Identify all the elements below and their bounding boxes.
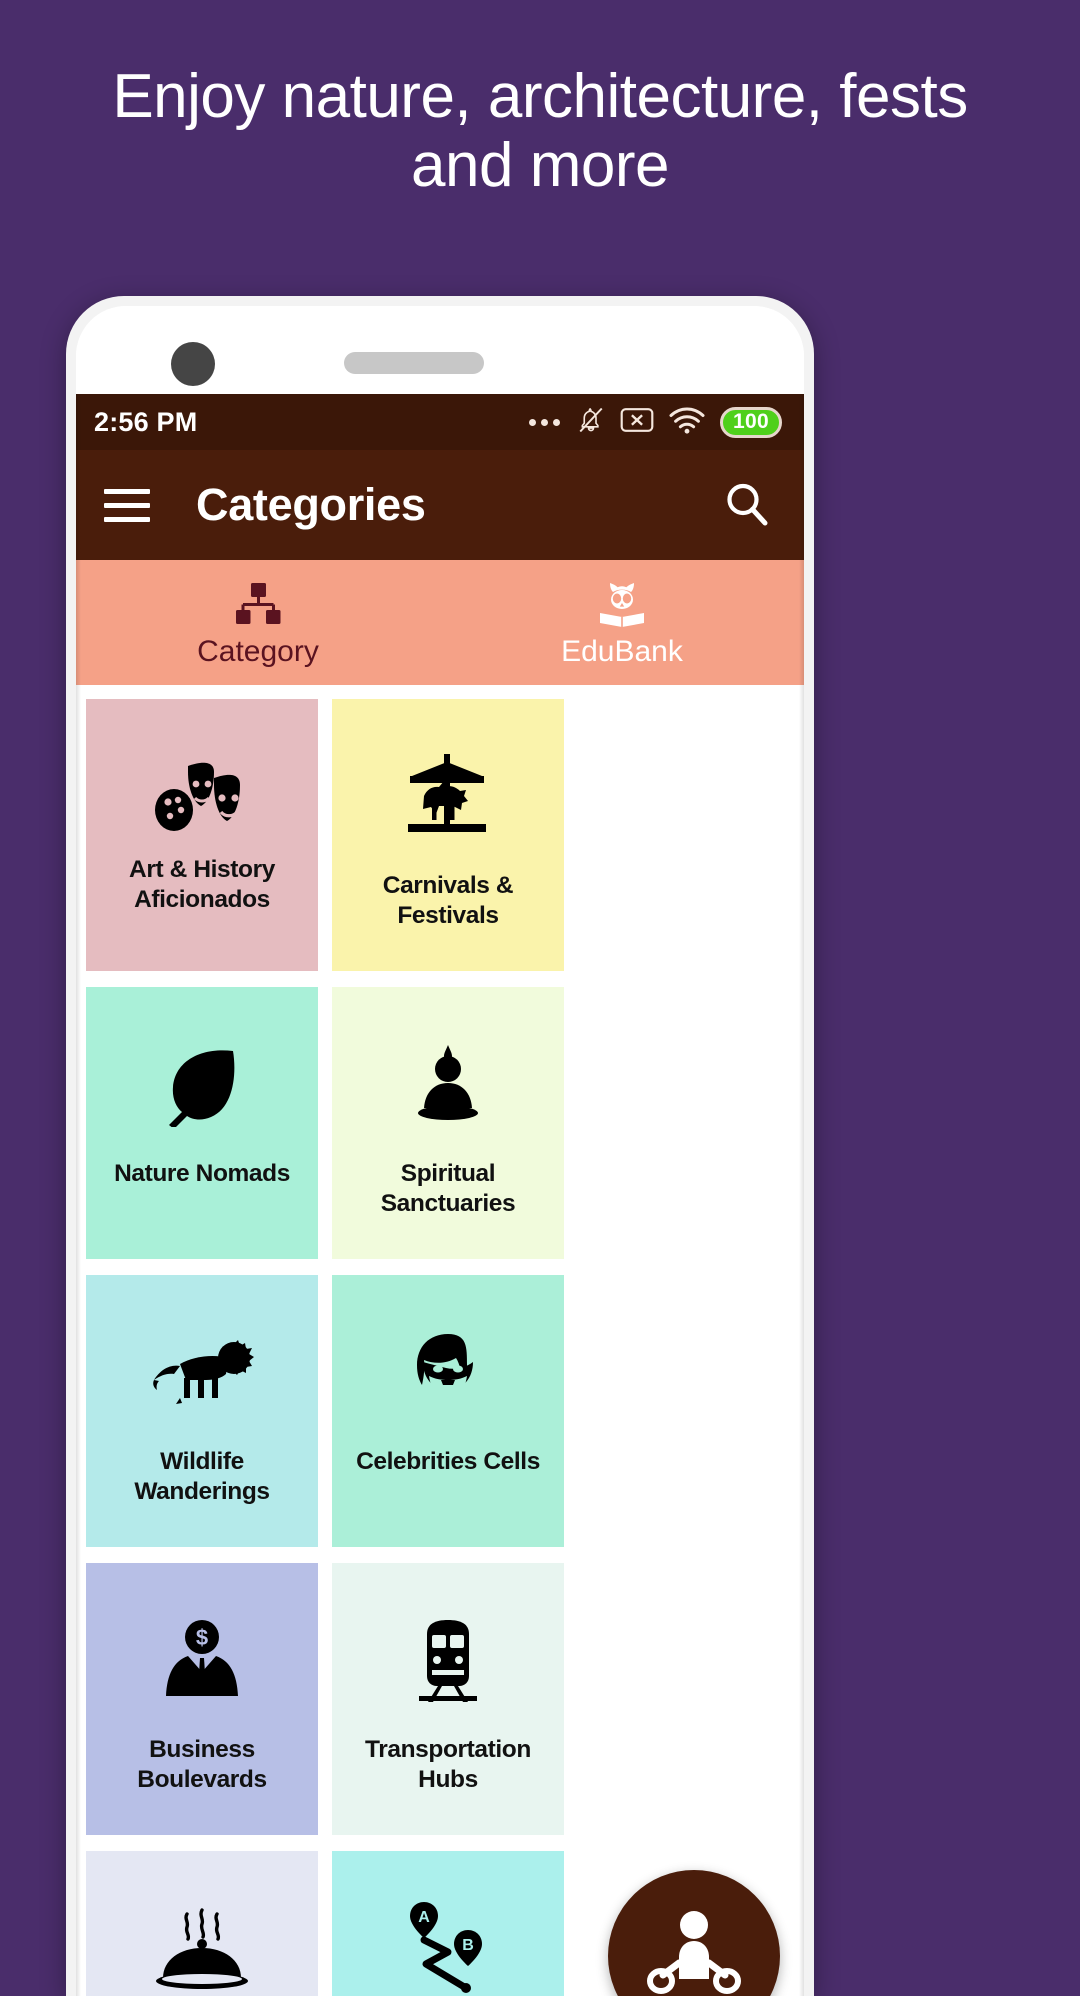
svg-text:$: $ [196, 1625, 208, 1650]
app-bar: Categories [76, 450, 804, 560]
hamburger-menu-icon[interactable] [104, 488, 150, 522]
status-icon-tray: 100 [529, 404, 782, 441]
category-grid: Art & History Aficionados Carnivals & Fe… [76, 685, 804, 1996]
app-screen: 2:56 PM 100 Categories Category EduBank … [76, 394, 804, 1996]
route-a-to-b-icon: A B [332, 1851, 564, 1996]
tab-category[interactable]: Category [76, 560, 440, 685]
phone-notch-area [76, 306, 804, 394]
food-cloche-icon [86, 1851, 318, 1996]
notifications-muted-icon [576, 404, 606, 441]
category-card[interactable]: Wildlife Wanderings [86, 1275, 318, 1547]
owl-book-icon [596, 578, 648, 630]
buddha-icon [332, 987, 564, 1185]
carousel-icon [332, 699, 564, 897]
earpiece-speaker [344, 352, 484, 374]
category-card[interactable]: Transportation Hubs [332, 1563, 564, 1835]
front-camera-icon [171, 342, 215, 386]
wifi-icon [668, 405, 706, 440]
tab-edubank[interactable]: EduBank [440, 560, 804, 685]
category-label: Nature Nomads [114, 1160, 290, 1187]
hierarchy-icon [232, 578, 284, 630]
category-card[interactable]: Spiritual Sanctuaries [332, 987, 564, 1259]
search-icon[interactable] [720, 478, 774, 532]
category-card[interactable]: Carnivals & Festivals [332, 699, 564, 971]
category-card[interactable]: Cuisine [86, 1851, 318, 1996]
celebrity-face-icon [332, 1275, 564, 1473]
more-dots-icon [529, 418, 561, 426]
page-title: Categories [196, 479, 426, 530]
category-label: Business Boulevards [137, 1736, 267, 1793]
category-card[interactable]: Celebrities Cells [332, 1275, 564, 1547]
category-card[interactable]: A B [332, 1851, 564, 1996]
phone-screen-frame: 2:56 PM 100 Categories Category EduBank … [76, 306, 804, 1996]
category-card[interactable]: Nature Nomads [86, 987, 318, 1259]
phone-mockup: 2:56 PM 100 Categories Category EduBank … [66, 296, 814, 1996]
tab-bar: Category EduBank [76, 560, 804, 685]
sim-card-off-icon [620, 406, 654, 439]
leaf-icon [86, 987, 318, 1185]
tab-label: Category [197, 635, 319, 668]
status-bar: 2:56 PM 100 [76, 394, 804, 450]
category-label: Art & History Aficionados [129, 856, 275, 913]
category-label: Spiritual Sanctuaries [380, 1160, 516, 1217]
svg-text:A: A [418, 1909, 430, 1926]
category-label: Transportation Hubs [365, 1736, 531, 1793]
battery-status-badge: 100 [720, 406, 782, 438]
promo-banner: Enjoy nature, architecture, fests and mo… [0, 0, 1080, 290]
category-card[interactable]: $ Business Boulevards [86, 1563, 318, 1835]
category-label: Carnivals & Festivals [382, 872, 514, 929]
train-icon [332, 1563, 564, 1761]
lion-icon [86, 1275, 318, 1473]
tab-label: EduBank [561, 635, 683, 668]
category-label: Wildlife Wanderings [134, 1448, 270, 1505]
promo-headline: Enjoy nature, architecture, fests and mo… [112, 62, 968, 201]
status-time: 2:56 PM [94, 406, 198, 437]
businessman-dollar-icon: $ [86, 1563, 318, 1761]
category-label: Celebrities Cells [356, 1448, 540, 1475]
category-card[interactable]: Art & History Aficionados [86, 699, 318, 971]
svg-text:B: B [462, 1937, 474, 1954]
